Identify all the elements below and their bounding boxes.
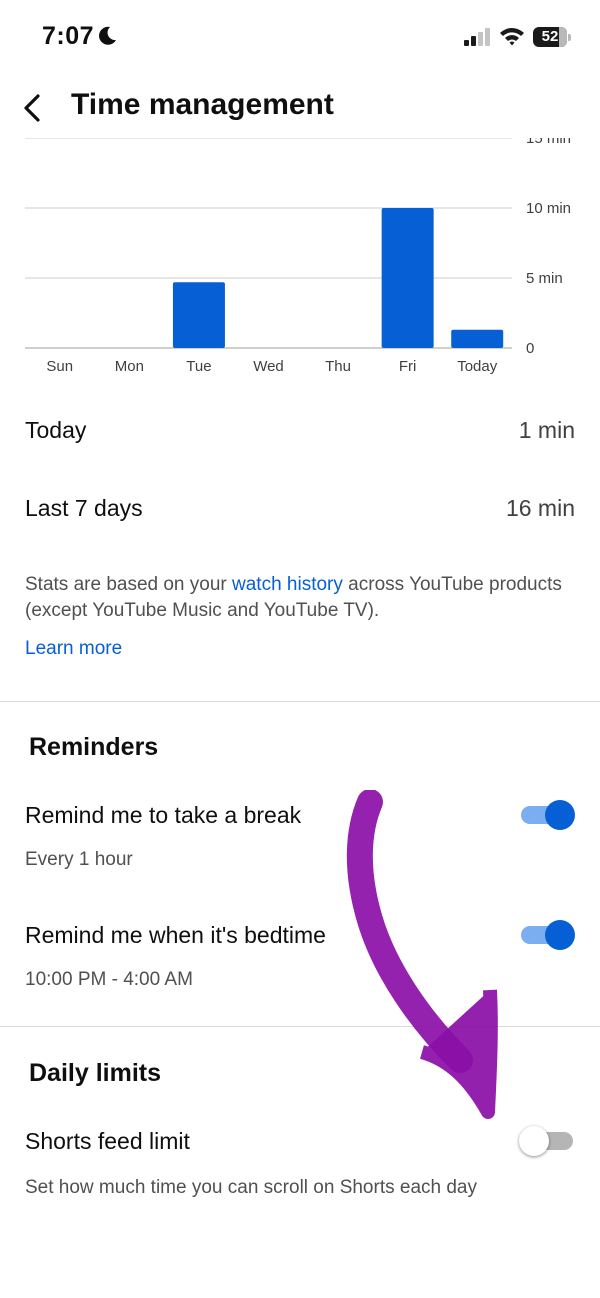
- last-7-days-label: Last 7 days: [25, 495, 143, 521]
- battery-icon: 52: [533, 27, 571, 47]
- bedtime-reminder-title[interactable]: Remind me when it's bedtime: [25, 922, 326, 949]
- chart-bar-tue[interactable]: [172, 282, 225, 348]
- x-tick-label: Sun: [46, 358, 73, 375]
- note-prefix: Stats are based on your: [25, 574, 233, 595]
- shorts-feed-limit-toggle[interactable]: [519, 1124, 575, 1158]
- x-tick-label: Mon: [115, 358, 144, 375]
- break-reminder-title[interactable]: Remind me to take a break: [25, 802, 301, 829]
- wifi-icon: [500, 28, 524, 46]
- reminders-heading: Reminders: [29, 733, 159, 761]
- daily-limits-heading: Daily limits: [29, 1059, 161, 1087]
- watch-history-link[interactable]: watch history: [232, 574, 343, 595]
- status-time: 7:07: [42, 22, 95, 50]
- last-7-days-value: 16 min: [505, 495, 575, 521]
- y-tick-label: 5 min: [526, 270, 563, 287]
- x-tick-label: Thu: [325, 358, 351, 375]
- shorts-feed-limit-description: Set how much time you can scroll on Shor…: [25, 1177, 478, 1198]
- today-label: Today: [25, 417, 87, 443]
- y-tick-label: 10 min: [526, 200, 571, 217]
- today-value: 1 min: [518, 417, 575, 443]
- cellular-signal-icon: [464, 28, 490, 46]
- chart-scroll-mask: [0, 130, 600, 138]
- back-button[interactable]: [14, 88, 54, 128]
- annotation-arrow-icon: [346, 790, 498, 1119]
- x-tick-label: Today: [457, 358, 498, 375]
- back-arrow-icon: [24, 94, 40, 122]
- x-tick-label: Fri: [399, 358, 417, 375]
- chart-bar-fri[interactable]: [381, 208, 434, 348]
- divider: [0, 701, 600, 702]
- bedtime-reminder-toggle[interactable]: [519, 918, 575, 952]
- bedtime-reminder-schedule: 10:00 PM - 4:00 AM: [25, 969, 193, 990]
- break-reminder-interval: Every 1 hour: [25, 849, 133, 870]
- watch-time-chart: 05 min10 min15 minSun Mon Tue Wed Thu Fri Toda…: [0, 130, 600, 375]
- break-reminder-toggle[interactable]: [519, 798, 575, 832]
- y-tick-label: 0: [526, 340, 534, 357]
- x-tick-label: Tue: [186, 358, 211, 375]
- chart-bar-today[interactable]: [451, 329, 504, 348]
- shorts-feed-limit-title[interactable]: Shorts feed limit: [25, 1128, 190, 1155]
- battery-level: 52: [541, 28, 559, 45]
- learn-more-link[interactable]: Learn more: [25, 638, 122, 660]
- stats-note: Stats are based on your watch history ac…: [25, 572, 565, 624]
- moon-icon: [99, 26, 116, 45]
- x-tick-label: Wed: [253, 358, 284, 375]
- page-title: Time management: [71, 88, 334, 121]
